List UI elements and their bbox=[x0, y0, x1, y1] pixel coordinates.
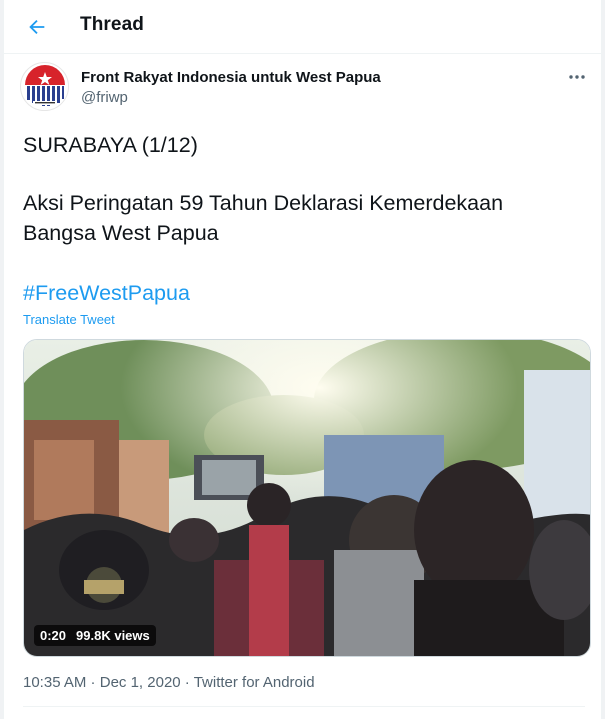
more-horizontal-icon bbox=[569, 75, 585, 79]
hashtag-link[interactable]: #FreeWestPapua bbox=[23, 278, 190, 308]
translate-tweet-link[interactable]: Translate Tweet bbox=[23, 312, 115, 327]
video-duration: 0:20 bbox=[40, 628, 67, 643]
friwp-logo bbox=[22, 64, 68, 110]
back-button[interactable] bbox=[21, 11, 53, 43]
tweet-date[interactable]: Dec 1, 2020 bbox=[100, 674, 181, 691]
thread-header: Thread bbox=[4, 0, 601, 54]
author-handle[interactable]: @friwp bbox=[81, 89, 128, 106]
arrow-left-icon bbox=[29, 19, 45, 35]
meta-separator: · bbox=[86, 674, 100, 691]
tweet-line: SURABAYA (1/12) bbox=[23, 133, 198, 157]
tweet-meta: 10:35 AM · Dec 1, 2020 · Twitter for And… bbox=[23, 674, 315, 691]
video-views: 99.8K views bbox=[76, 628, 150, 643]
video-thumbnail bbox=[24, 340, 590, 656]
avatar[interactable] bbox=[20, 62, 69, 111]
tweet-line: Aksi Peringatan 59 Tahun Deklarasi Kemer… bbox=[23, 191, 504, 215]
tweet-thread-view: Thread Front Rakyat Indonesia untuk West… bbox=[3, 0, 602, 719]
video-player[interactable]: 0:20 99.8K views bbox=[23, 339, 591, 657]
more-button[interactable] bbox=[566, 67, 588, 87]
meta-separator: · bbox=[180, 674, 194, 691]
tweet-author: Front Rakyat Indonesia untuk West Papua … bbox=[20, 62, 588, 114]
page-title: Thread bbox=[80, 14, 144, 35]
divider bbox=[23, 706, 585, 707]
tweet-line: Bangsa West Papua bbox=[23, 221, 219, 245]
author-name[interactable]: Front Rakyat Indonesia untuk West Papua bbox=[81, 69, 381, 86]
video-stats-badge: 0:20 99.8K views bbox=[34, 625, 156, 646]
tweet-time[interactable]: 10:35 AM bbox=[23, 674, 86, 691]
tweet-source[interactable]: Twitter for Android bbox=[194, 674, 315, 691]
